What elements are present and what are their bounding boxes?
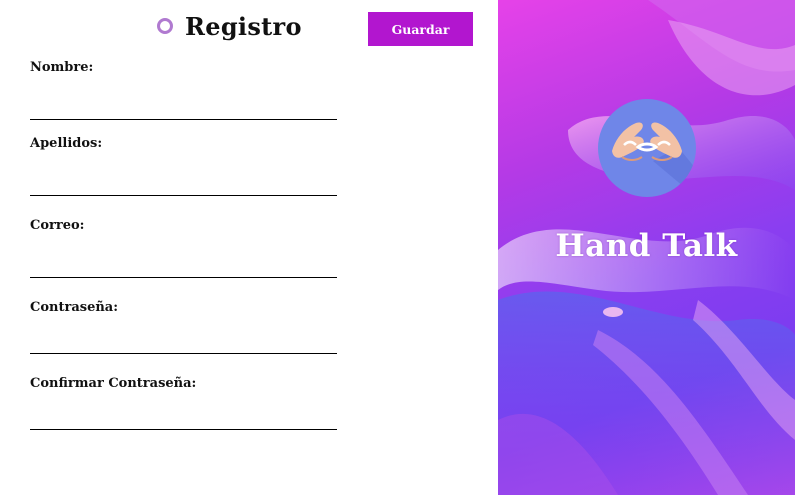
field-confirmar-contrasena: Confirmar Contraseña: — [30, 376, 337, 430]
page-title: Registro — [185, 11, 302, 41]
registration-panel: Registro Guardar Nombre: Apellidos: Corr… — [0, 0, 498, 495]
apellidos-input[interactable] — [30, 169, 337, 196]
form-header: Registro — [157, 10, 302, 42]
brand-name: Hand Talk — [555, 228, 738, 264]
confirmar-contrasena-label: Confirmar Contraseña: — [30, 376, 197, 391]
field-nombre: Nombre: — [30, 60, 337, 120]
field-contrasena: Contraseña: — [30, 300, 337, 354]
contrasena-input[interactable] — [30, 327, 337, 354]
apellidos-label: Apellidos: — [30, 136, 103, 151]
correo-label: Correo: — [30, 218, 85, 233]
nombre-input[interactable] — [30, 93, 337, 120]
nombre-label: Nombre: — [30, 60, 94, 75]
circle-icon — [157, 18, 173, 34]
logo — [598, 99, 696, 197]
field-correo: Correo: — [30, 218, 337, 278]
brand-panel: Hand Talk — [498, 0, 795, 495]
confirmar-contrasena-input[interactable] — [30, 403, 337, 430]
contrasena-label: Contraseña: — [30, 300, 119, 315]
sign-language-hands-icon — [612, 122, 696, 197]
save-button[interactable]: Guardar — [368, 12, 473, 46]
correo-input[interactable] — [30, 251, 337, 278]
field-apellidos: Apellidos: — [30, 136, 337, 196]
